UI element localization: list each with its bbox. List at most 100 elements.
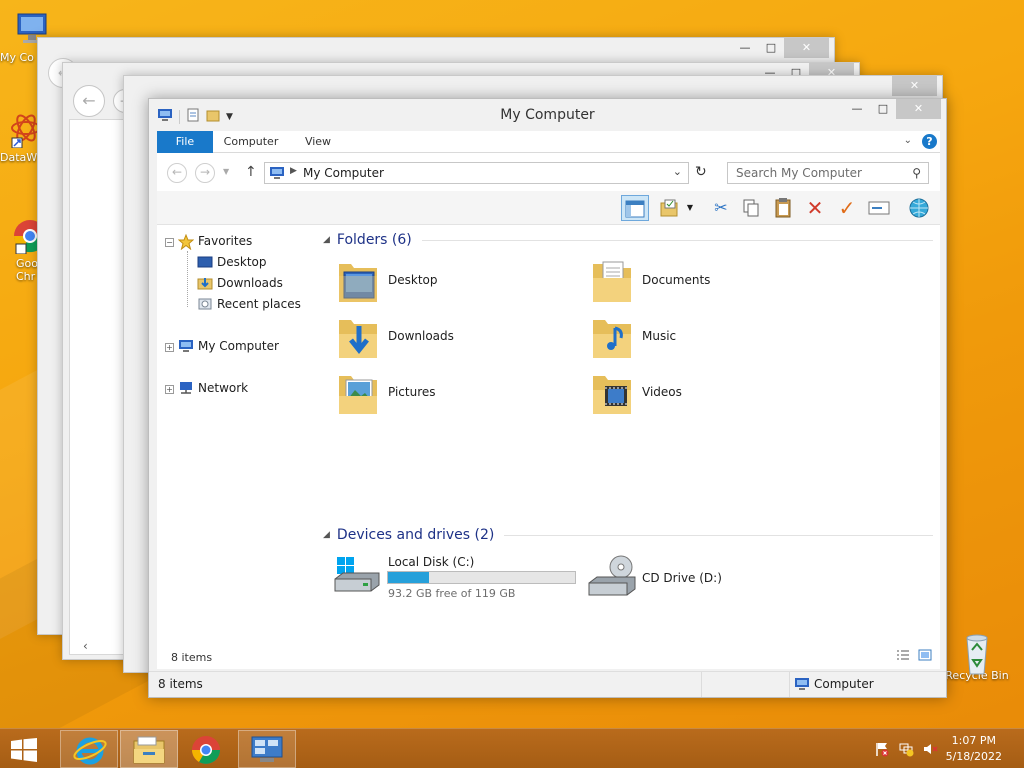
folder-label: Music xyxy=(642,329,677,343)
drive-free-space: 93.2 GB free of 119 GB xyxy=(388,587,516,600)
folder-item-music[interactable]: Music xyxy=(591,312,831,362)
nav-item-label: Downloads xyxy=(217,276,283,290)
status-bar: 8 items Computer xyxy=(149,671,946,697)
rename-icon[interactable] xyxy=(865,195,893,221)
nav-item-downloads[interactable]: Downloads xyxy=(197,276,283,290)
content-area: − Favorites Desktop Downloads Recent pla… xyxy=(157,225,940,645)
drive-name: Local Disk (C:) xyxy=(388,555,475,569)
nav-item-label: My Computer xyxy=(198,339,279,353)
documents-folder-icon xyxy=(591,256,635,304)
drive-item-local-disk[interactable]: Local Disk (C:) 93.2 GB free of 119 GB xyxy=(333,551,583,601)
maximize-button[interactable]: □ xyxy=(758,38,784,58)
tab-file[interactable]: File xyxy=(157,131,213,153)
tab-view[interactable]: View xyxy=(293,131,343,153)
folder-item-pictures[interactable]: Pictures xyxy=(337,368,577,418)
computer-icon xyxy=(269,166,285,183)
minimize-button[interactable]: — xyxy=(732,38,758,58)
tree-line xyxy=(187,251,188,307)
chrome-icon xyxy=(192,736,220,764)
taskbar-chrome[interactable] xyxy=(178,730,236,768)
network-status-icon[interactable] xyxy=(898,741,914,757)
clock-date: 5/18/2022 xyxy=(945,750,1002,763)
details-view-icon[interactable] xyxy=(896,649,910,664)
taskbar-internet-explorer[interactable] xyxy=(60,730,118,768)
large-icons-view-icon[interactable] xyxy=(918,649,932,664)
star-icon xyxy=(177,233,195,251)
nav-item-network[interactable]: Network xyxy=(178,381,248,395)
folder-item-videos[interactable]: Videos xyxy=(591,368,831,418)
devices-group-header[interactable]: ◢ Devices and drives (2) xyxy=(323,527,933,543)
search-input[interactable]: Search My Computer ⚲ xyxy=(727,162,929,184)
delete-icon[interactable]: ✕ xyxy=(801,195,829,221)
desktop-icon-chrome[interactable]: Goo Chr xyxy=(0,218,47,283)
help-icon[interactable]: ? xyxy=(922,134,937,149)
title-bar[interactable]: ▼ My Computer — □ ✕ xyxy=(149,99,946,131)
my-computer-expander[interactable]: + xyxy=(165,343,174,352)
breadcrumb[interactable]: My Computer xyxy=(303,166,384,180)
videos-folder-icon xyxy=(591,368,635,416)
back-arrow-icon[interactable]: ← xyxy=(73,85,105,117)
close-button[interactable]: ✕ xyxy=(892,76,937,96)
globe-icon[interactable] xyxy=(905,195,933,221)
folder-item-desktop[interactable]: Desktop xyxy=(337,256,577,306)
folder-item-documents[interactable]: Documents xyxy=(591,256,831,306)
folder-label: Documents xyxy=(642,273,711,287)
back-button[interactable]: ← xyxy=(167,163,187,183)
clock-time: 1:07 PM xyxy=(951,734,996,747)
address-dropdown-chevron-icon[interactable]: ⌄ xyxy=(673,165,682,178)
recycle-bin-icon xyxy=(959,630,995,675)
nav-item-recent-places[interactable]: Recent places xyxy=(197,297,301,311)
drive-item-cd-drive[interactable]: CD Drive (D:) xyxy=(587,551,827,601)
minimize-button[interactable]: — xyxy=(844,99,870,119)
folder-label: Pictures xyxy=(388,385,436,399)
scroll-left-arrow[interactable]: ‹ xyxy=(83,639,97,653)
copy-icon[interactable] xyxy=(737,195,765,221)
close-button[interactable]: ✕ xyxy=(784,38,829,58)
search-icon: ⚲ xyxy=(912,166,921,180)
details-status-bar: 8 items xyxy=(157,645,940,669)
recent-locations-chevron-icon[interactable]: ▼ xyxy=(223,167,229,176)
close-button[interactable]: ✕ xyxy=(896,99,941,119)
system-clock[interactable]: 1:07 PM 5/18/2022 xyxy=(946,733,1002,765)
cut-icon[interactable]: ✂ xyxy=(707,195,735,221)
window-title: My Computer xyxy=(500,107,595,123)
forward-button[interactable]: → xyxy=(195,163,215,183)
paste-icon[interactable] xyxy=(769,195,797,221)
address-bar[interactable]: ▶ My Computer ⌄ xyxy=(264,162,689,184)
downloads-folder-icon xyxy=(337,312,381,360)
desktop-icon-recycle-bin[interactable]: Recycle Bin xyxy=(944,630,1010,682)
network-expander[interactable]: + xyxy=(165,385,174,394)
nav-item-my-computer[interactable]: My Computer xyxy=(178,339,279,353)
nav-item-desktop[interactable]: Desktop xyxy=(197,255,267,269)
folder-item-downloads[interactable]: Downloads xyxy=(337,312,577,362)
computer-icon xyxy=(178,339,194,353)
properties-folder-button[interactable] xyxy=(657,195,683,221)
status-divider xyxy=(789,672,790,697)
folder-label: Videos xyxy=(642,385,682,399)
favorites-expander[interactable]: − xyxy=(165,238,174,247)
folders-group-header[interactable]: ◢ Folders (6) xyxy=(323,232,933,248)
chevron-down-icon[interactable]: ▼ xyxy=(683,195,697,221)
caption-buttons: — □ ✕ xyxy=(732,38,829,58)
maximize-button[interactable]: □ xyxy=(870,99,896,119)
volume-muted-icon[interactable] xyxy=(922,741,938,757)
taskbar-control-panel[interactable] xyxy=(238,730,296,768)
explorer-window[interactable]: ▼ My Computer — □ ✕ File Computer View ⌄… xyxy=(148,98,947,698)
preview-pane-button[interactable] xyxy=(621,195,649,221)
pictures-folder-icon xyxy=(337,368,381,416)
nav-item-label: Favorites xyxy=(198,234,253,248)
navigation-pane: − Favorites Desktop Downloads Recent pla… xyxy=(157,225,317,645)
up-button[interactable]: ↑ xyxy=(245,164,257,180)
collapse-triangle-icon: ◢ xyxy=(323,530,330,540)
refresh-icon[interactable]: ↻ xyxy=(695,164,707,180)
checkmark-icon[interactable]: ✓ xyxy=(833,195,861,221)
tab-computer[interactable]: Computer xyxy=(217,131,285,153)
start-button[interactable] xyxy=(10,738,38,765)
nav-item-favorites[interactable]: Favorites xyxy=(177,233,253,251)
action-center-flag-icon[interactable] xyxy=(874,741,890,757)
ribbon-expand-chevron-icon[interactable]: ⌄ xyxy=(904,135,912,146)
taskbar-file-explorer[interactable] xyxy=(120,730,178,768)
breadcrumb-separator-icon[interactable]: ▶ xyxy=(290,166,297,176)
ribbon-tabs: File Computer View ⌄ ? xyxy=(157,131,940,153)
control-panel-icon xyxy=(251,736,283,762)
